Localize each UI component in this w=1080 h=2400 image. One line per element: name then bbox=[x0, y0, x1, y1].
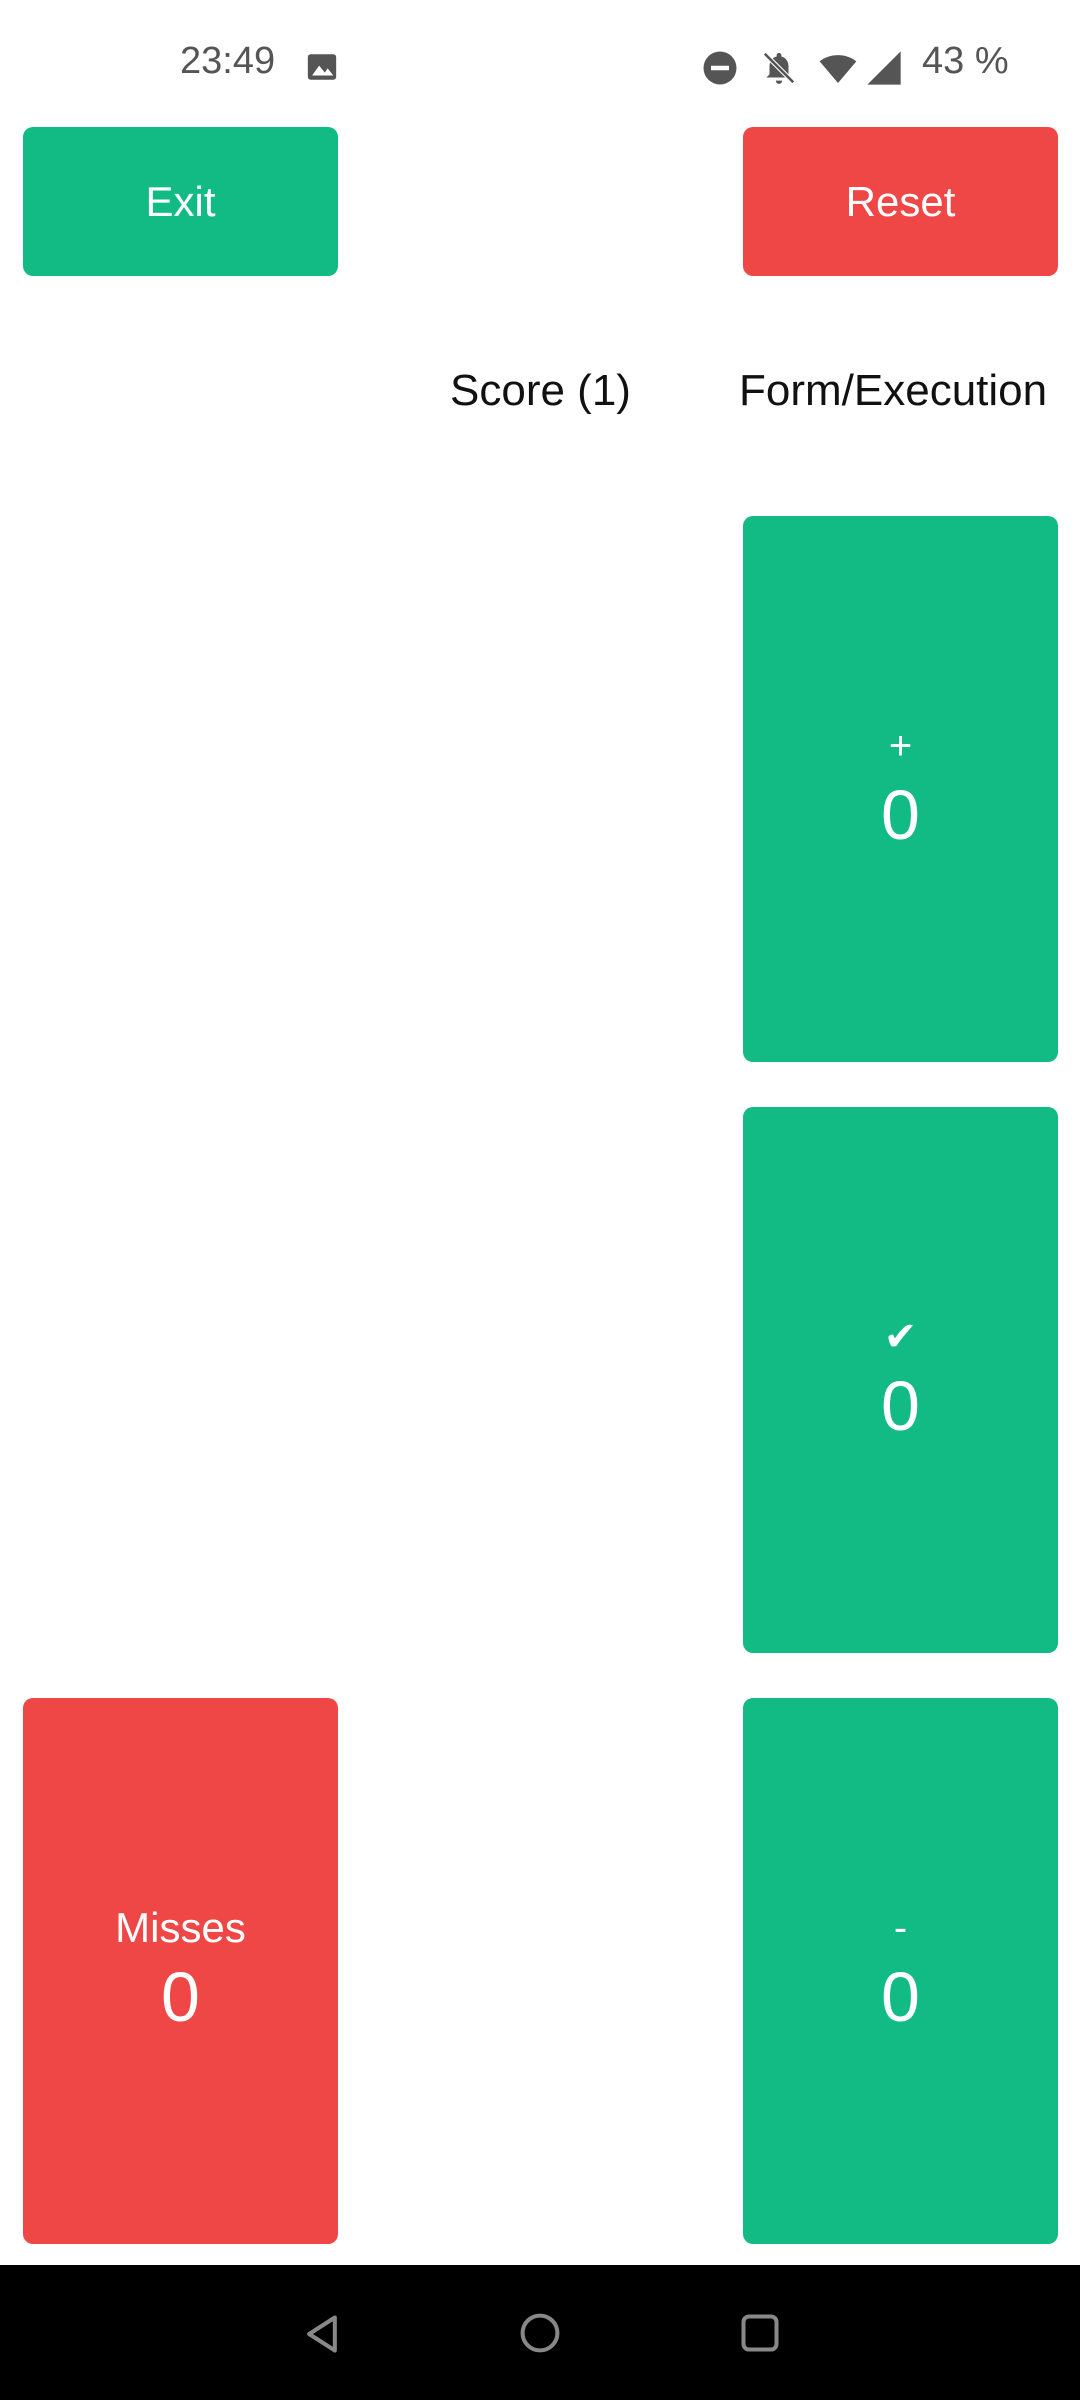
battery-percent: 43 % bbox=[922, 40, 1009, 82]
misses-count: 0 bbox=[161, 1958, 200, 2036]
exit-button[interactable]: Exit bbox=[23, 127, 338, 276]
minus-count: 0 bbox=[881, 1958, 920, 2036]
check-count: 0 bbox=[881, 1367, 920, 1445]
check-symbol: ✔ bbox=[883, 1315, 918, 1359]
signal-icon bbox=[867, 51, 901, 85]
plus-counter-tile[interactable]: + 0 bbox=[743, 516, 1058, 1062]
navigation-bar bbox=[0, 2265, 1080, 2400]
minus-counter-tile[interactable]: - 0 bbox=[743, 1698, 1058, 2244]
do-not-disturb-icon bbox=[703, 51, 737, 85]
score-column-header: Score (1) bbox=[450, 366, 631, 415]
plus-symbol: + bbox=[888, 724, 913, 768]
status-time: 23:49 bbox=[180, 40, 276, 82]
status-bar: 23:49 43 % bbox=[0, 0, 1080, 130]
reset-button-label: Reset bbox=[845, 177, 956, 225]
exit-button-label: Exit bbox=[145, 177, 216, 225]
bell-off-icon bbox=[763, 52, 795, 84]
wifi-icon bbox=[819, 55, 857, 83]
recents-icon[interactable] bbox=[738, 2311, 782, 2355]
home-icon[interactable] bbox=[518, 2311, 562, 2355]
image-icon bbox=[307, 54, 337, 80]
reset-button[interactable]: Reset bbox=[743, 127, 1058, 276]
check-counter-tile[interactable]: ✔ 0 bbox=[743, 1107, 1058, 1653]
form-execution-column-header: Form/Execution bbox=[739, 366, 1048, 415]
back-icon[interactable] bbox=[300, 2311, 344, 2357]
misses-label: Misses bbox=[115, 1904, 246, 1951]
misses-counter-tile[interactable]: Misses 0 bbox=[23, 1698, 338, 2244]
plus-count: 0 bbox=[881, 776, 920, 854]
minus-symbol: - bbox=[893, 1906, 908, 1950]
